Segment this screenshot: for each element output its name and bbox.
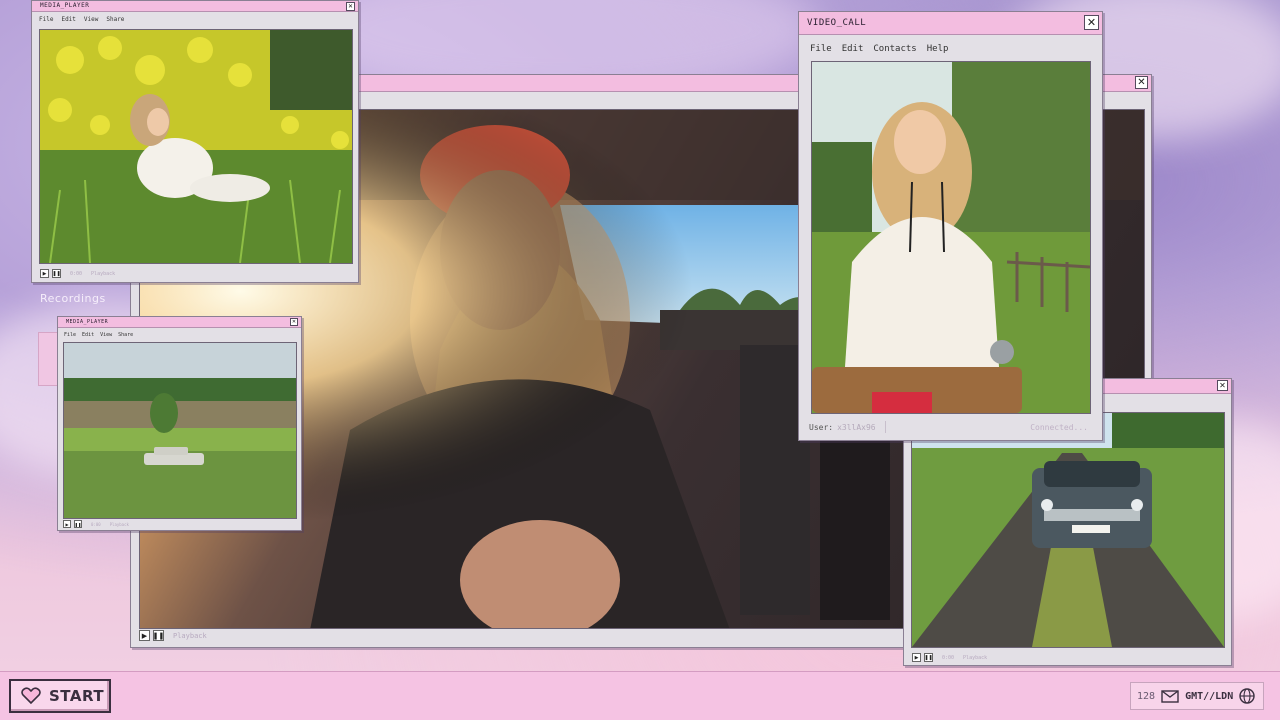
- system-tray: 128 GMT//LDN: [1130, 682, 1264, 710]
- call-video-screen[interactable]: [811, 61, 1091, 414]
- pause-icon[interactable]: ❚❚: [74, 520, 82, 528]
- close-icon[interactable]: ✕: [290, 318, 298, 326]
- media-player-titlebar[interactable]: MEDIA_PLAYER ✕: [58, 317, 301, 328]
- media-player-window[interactable]: MEDIA_PLAYER ✕ File Edit View Share ▶ ❚❚…: [57, 316, 302, 531]
- pause-icon[interactable]: ❚❚: [153, 630, 164, 641]
- taskbar: START 128 GMT//LDN: [0, 671, 1280, 720]
- menu-edit[interactable]: Edit: [842, 44, 864, 54]
- window-title: MEDIA_PLAYER: [40, 2, 90, 9]
- menu-bar: File Edit View Share: [64, 332, 301, 338]
- menu-edit[interactable]: Edit: [82, 332, 94, 338]
- menu-file[interactable]: File: [39, 16, 53, 23]
- menu-bar: File Edit Contacts Help: [810, 44, 1102, 54]
- menu-share[interactable]: Share: [106, 16, 124, 23]
- notification-count: 128: [1137, 690, 1156, 702]
- menu-view[interactable]: View: [100, 332, 112, 338]
- mail-icon[interactable]: [1161, 689, 1179, 703]
- media-player-window[interactable]: MEDIA_PLAYER ✕ File Edit View Share ▶ ❚❚…: [31, 0, 359, 283]
- video-screen[interactable]: [911, 412, 1225, 648]
- pause-icon[interactable]: ❚❚: [52, 269, 61, 278]
- start-label: START: [49, 687, 105, 705]
- player-time: 0:00: [942, 654, 955, 661]
- play-icon[interactable]: ▶: [40, 269, 49, 278]
- close-icon[interactable]: ✕: [1135, 76, 1148, 89]
- player-status: Playback: [109, 521, 129, 527]
- menu-bar: File Edit View Share: [39, 16, 358, 23]
- player-controls: ▶ ❚❚ 0:00 Playback: [912, 653, 987, 662]
- player-status: Playback: [963, 654, 988, 661]
- close-icon[interactable]: ✕: [346, 2, 355, 11]
- menu-contacts[interactable]: Contacts: [873, 44, 916, 54]
- main-player-controls: ▶ ❚❚ Playback: [139, 630, 207, 641]
- tray-clock: GMT//LDN: [1185, 690, 1234, 702]
- player-status: Playback: [91, 270, 116, 277]
- cyclist-video-frame: [812, 62, 1090, 413]
- recordings-label[interactable]: Recordings: [40, 292, 106, 305]
- video-screen[interactable]: [39, 29, 353, 264]
- player-controls: ▶ ❚❚ 0:00 Playback: [40, 269, 115, 278]
- field-car-video-frame: [64, 343, 296, 518]
- user-label: User:: [809, 423, 834, 432]
- start-button[interactable]: START: [9, 679, 111, 713]
- video-screen[interactable]: [63, 342, 297, 519]
- menu-help[interactable]: Help: [927, 44, 949, 54]
- menu-file[interactable]: File: [810, 44, 832, 54]
- player-time: 0:00: [70, 270, 83, 277]
- close-icon[interactable]: ✕: [1217, 380, 1228, 391]
- player-time: 0:00: [91, 521, 101, 527]
- road-car-video-frame: [912, 413, 1224, 647]
- user-value: x3llAx96: [837, 423, 876, 432]
- menu-share[interactable]: Share: [118, 332, 133, 338]
- close-icon[interactable]: ✕: [1084, 15, 1099, 30]
- menu-edit[interactable]: Edit: [61, 16, 75, 23]
- play-icon[interactable]: ▶: [139, 630, 150, 641]
- window-title: MEDIA_PLAYER: [66, 319, 109, 325]
- connection-status: Connected...: [1030, 423, 1088, 432]
- video-call-titlebar[interactable]: VIDEO_CALL ✕: [799, 12, 1102, 35]
- player-controls: ▶ ❚❚ 0:00 Playback: [63, 520, 129, 528]
- video-call-window[interactable]: VIDEO_CALL ✕ File Edit Contacts Help Use…: [798, 11, 1103, 441]
- heart-icon: [21, 687, 41, 705]
- play-icon[interactable]: ▶: [63, 520, 71, 528]
- globe-icon[interactable]: [1239, 688, 1255, 704]
- meadow-video-frame: [40, 30, 352, 263]
- pause-icon[interactable]: ❚❚: [924, 653, 933, 662]
- footer-divider: [885, 421, 886, 433]
- play-icon[interactable]: ▶: [912, 653, 921, 662]
- window-title: VIDEO_CALL: [807, 18, 867, 28]
- menu-file[interactable]: File: [64, 332, 76, 338]
- main-player-status: Playback: [173, 631, 207, 640]
- media-player-titlebar[interactable]: MEDIA_PLAYER ✕: [32, 1, 358, 12]
- menu-view[interactable]: View: [84, 16, 98, 23]
- call-footer-user: User: x3llAx96: [809, 423, 876, 432]
